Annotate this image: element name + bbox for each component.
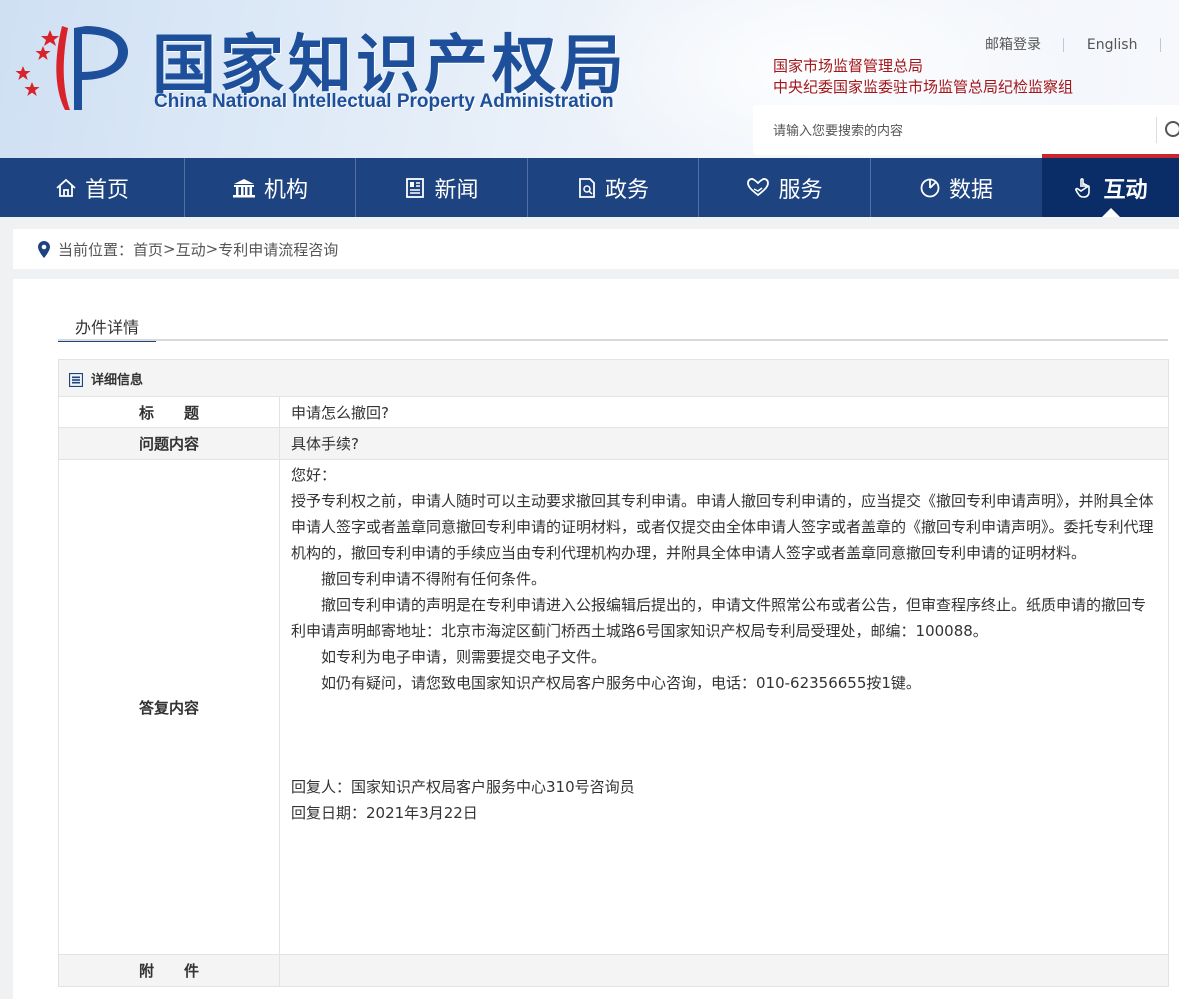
cnipa-emblem-logo[interactable] — [10, 18, 140, 118]
table-row-title: 标 题 申请怎么撤回? — [58, 396, 1170, 428]
search-input[interactable] — [771, 118, 1155, 144]
attachment-label: 附 件 — [58, 954, 280, 987]
answer-label: 答复内容 — [58, 459, 280, 955]
hand-heart-icon — [747, 177, 770, 196]
active-indicator-bar — [1042, 154, 1179, 158]
location-pin-icon — [38, 240, 50, 258]
home-icon — [56, 178, 76, 197]
document-icon — [579, 177, 595, 198]
tab-underline — [58, 339, 1168, 341]
breadcrumb-interaction-link[interactable]: 互动 — [176, 239, 206, 260]
nav-label-interaction: 互动 — [1103, 177, 1148, 203]
answer-content: 您好： 授予专利权之前，申请人随时可以主动要求撤回其专利申请。申请人撤回专利申请… — [278, 459, 1170, 955]
section-title: 详细信息 — [91, 372, 144, 388]
answer-date: 回复日期：2021年3月22日 — [291, 804, 478, 822]
question-label: 问题内容 — [58, 427, 280, 460]
tab-case-details[interactable]: 办件详情 — [58, 314, 156, 342]
attachment-value — [278, 954, 1170, 987]
table-row-answer: 答复内容 您好： 授予专利权之前，申请人随时可以主动要求撤回其专利申请。申请人撤… — [58, 459, 1170, 955]
mail-login-link[interactable]: 邮箱登录 — [985, 34, 1041, 54]
breadcrumb-home-link[interactable]: 首页 — [133, 239, 163, 260]
table-row-question: 问题内容 具体手续? — [58, 427, 1170, 460]
answer-spacer — [291, 696, 1158, 774]
answer-replier: 回复人：国家知识产权局客户服务中心310号咨询员 — [291, 778, 635, 796]
answer-paragraph: 如专利为电子申请，则需要提交电子文件。 — [321, 648, 607, 666]
breadcrumb-current-page[interactable]: 专利申请流程咨询 — [218, 239, 338, 260]
answer-paragraph: 撤回专利申请不得附有任何条件。 — [321, 570, 547, 588]
main-nav: 首页 机构 新闻 政务 服务 数据 互动 — [0, 154, 1179, 217]
search-icon[interactable] — [1161, 118, 1179, 142]
site-title-en[interactable]: China National Intellectual Property Adm… — [154, 91, 614, 113]
pointer-hand-icon — [1075, 177, 1091, 198]
answer-paragraph: 授予专利权之前，申请人随时可以主动要求撤回其专利申请。申请人撤回专利申请的，应当… — [291, 492, 1154, 562]
pie-chart-icon — [920, 178, 940, 197]
nav-label-organization: 机构 — [263, 177, 308, 203]
detail-table: 详细信息 标 题 申请怎么撤回? 问题内容 具体手续? 答复内容 您好： 授予专… — [57, 359, 1170, 987]
breadcrumb-prefix: 当前位置： — [58, 240, 134, 259]
title-value: 申请怎么撤回? — [278, 396, 1170, 428]
nav-label-home: 首页 — [84, 177, 129, 203]
breadcrumb-separator: > — [163, 240, 176, 258]
title-label: 标 题 — [58, 396, 280, 428]
search-box — [753, 105, 1179, 155]
nav-item-government-affairs[interactable]: 政务 — [528, 158, 698, 217]
section-header-row: 详细信息 — [57, 359, 1170, 397]
nav-item-news[interactable]: 新闻 — [356, 158, 527, 217]
answer-paragraph: 撤回专利申请的声明是在专利申请进入公报编辑后提出的，申请文件照常公布或者公告，但… — [291, 596, 1147, 640]
nav-item-data[interactable]: 数据 — [871, 158, 1041, 217]
nav-label-data: 数据 — [948, 177, 993, 203]
active-notch — [1101, 208, 1120, 217]
nav-label-government-affairs: 政务 — [604, 177, 649, 203]
breadcrumb: 当前位置： 首页 > 互动 > 专利申请流程咨询 — [13, 229, 1179, 269]
main-content: 办件详情 详细信息 标 题 申请怎么撤回? 问题内容 具体手续? 答复内容 您好… — [13, 279, 1179, 999]
org-discipline-link[interactable]: 中央纪委国家监委驻市场监管总局纪检监察组 — [773, 77, 1073, 98]
top-links: 邮箱登录 English 无 — [985, 34, 1179, 54]
section-header-cell: 详细信息 — [57, 359, 1170, 397]
newspaper-icon — [406, 177, 425, 198]
search-divider — [1156, 117, 1157, 143]
table-row-attachment: 附 件 — [58, 954, 1170, 987]
nav-item-services[interactable]: 服务 — [699, 158, 870, 217]
breadcrumb-separator: > — [205, 240, 219, 258]
answer-paragraph: 如仍有疑问，请您致电国家知识产权局客户服务中心咨询，电话：010-6235665… — [321, 674, 921, 692]
nav-item-interaction[interactable]: 互动 — [1042, 154, 1179, 217]
building-icon — [232, 178, 255, 197]
answer-greeting: 您好： — [291, 466, 337, 484]
list-icon — [69, 373, 83, 387]
top-link-divider — [1159, 38, 1161, 52]
nav-label-news: 新闻 — [434, 177, 479, 203]
question-value: 具体手续? — [278, 427, 1170, 460]
nav-label-services: 服务 — [778, 177, 823, 203]
english-link[interactable]: English — [1087, 37, 1138, 53]
affiliated-orgs: 国家市场监督管理总局 中央纪委国家监委驻市场监管总局纪检监察组 — [773, 56, 1073, 98]
nav-item-organization[interactable]: 机构 — [185, 158, 355, 217]
org-samr-link[interactable]: 国家市场监督管理总局 — [773, 56, 1073, 77]
site-header: 国家知识产权局 China National Intellectual Prop… — [0, 0, 1179, 158]
top-link-divider — [1063, 38, 1065, 52]
nav-item-home[interactable]: 首页 — [0, 158, 184, 217]
